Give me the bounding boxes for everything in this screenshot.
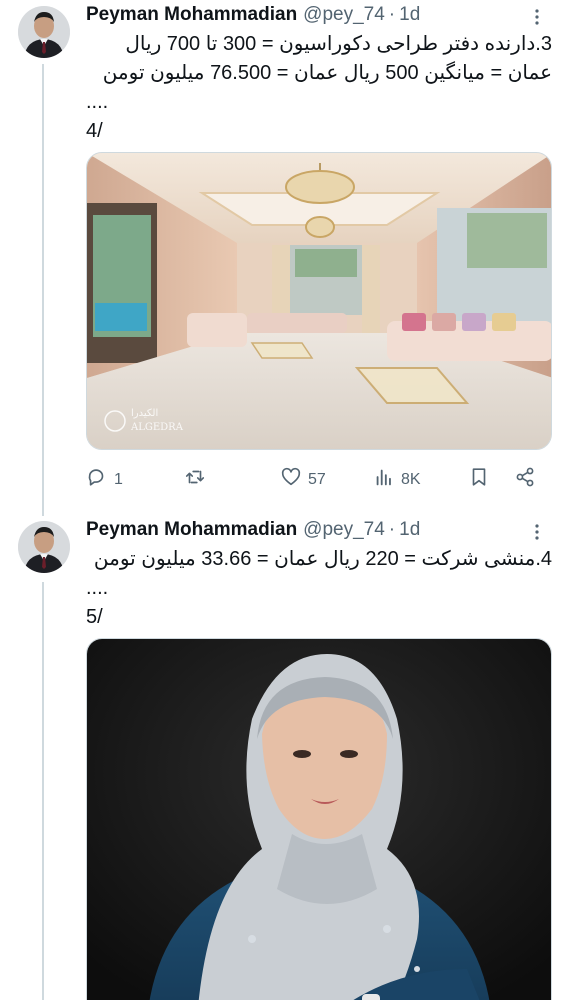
tweet-text-line: 3.دارنده دفتر طراحی دکوراسیون = 300 تا 7… (125, 33, 552, 55)
retweet-button[interactable] (184, 466, 212, 493)
like-button[interactable]: 57 (280, 466, 326, 493)
retweet-icon (184, 466, 206, 493)
views-icon (373, 466, 395, 493)
tweet-time[interactable]: 1d (399, 4, 420, 26)
tweet-actions: 1 57 8K (86, 463, 552, 493)
views-button[interactable]: 8K (373, 466, 421, 493)
tweet-text-line: .... (86, 91, 109, 113)
tweet-text-line: 4.منشی شرکت = 220 ریال عمان = 33.66 میلی… (93, 548, 552, 570)
more-icon[interactable] (524, 519, 550, 545)
avatar[interactable] (18, 521, 70, 573)
like-count: 57 (308, 470, 326, 488)
author-handle[interactable]: @pey_74 (303, 4, 385, 26)
tweet-text: 3.دارنده دفتر طراحی دکوراسیون = 300 تا 7… (86, 30, 552, 146)
tweet-text-line: .... (86, 577, 109, 599)
watermark-english: ALGEDRA (130, 422, 184, 433)
separator-dot: · (388, 519, 396, 540)
tweet-text-line: 5/ (86, 606, 103, 628)
views-count: 8K (401, 470, 421, 488)
reply-button[interactable]: 1 (86, 466, 123, 493)
tweet-image[interactable] (86, 638, 552, 1000)
reply-count: 1 (114, 470, 123, 488)
tweet-header: Peyman Mohammadian @pey_74 · 1d (86, 517, 420, 543)
tweet-text-line: 4/ (86, 120, 103, 142)
avatar[interactable] (18, 6, 70, 58)
bookmark-icon (468, 466, 490, 493)
reply-icon (86, 466, 108, 493)
tweet-header: Peyman Mohammadian @pey_74 · 1d (86, 2, 420, 28)
tweet[interactable]: Peyman Mohammadian @pey_74 · 1d 3.دارنده… (0, 0, 568, 505)
separator-dot: · (388, 4, 396, 25)
tweet-text-line: عمان = میانگین 500 ریال عمان = 76.500 می… (102, 62, 552, 84)
author-name[interactable]: Peyman Mohammadian (86, 4, 297, 26)
heart-icon (280, 466, 302, 493)
tweet-image[interactable]: الكيدرا ALGEDRA (86, 152, 552, 450)
author-handle[interactable]: @pey_74 (303, 519, 385, 541)
author-name[interactable]: Peyman Mohammadian (86, 519, 297, 541)
tweet-text: 4.منشی شرکت = 220 ریال عمان = 33.66 میلی… (86, 545, 552, 632)
share-button[interactable] (514, 466, 536, 493)
watermark-arabic: الكيدرا (131, 408, 158, 419)
bookmark-button[interactable] (468, 466, 490, 493)
more-icon[interactable] (524, 4, 550, 30)
tweet[interactable]: Peyman Mohammadian @pey_74 · 1d 4.منشی ش… (0, 515, 568, 1000)
tweet-time[interactable]: 1d (399, 519, 420, 541)
share-icon (514, 466, 536, 493)
